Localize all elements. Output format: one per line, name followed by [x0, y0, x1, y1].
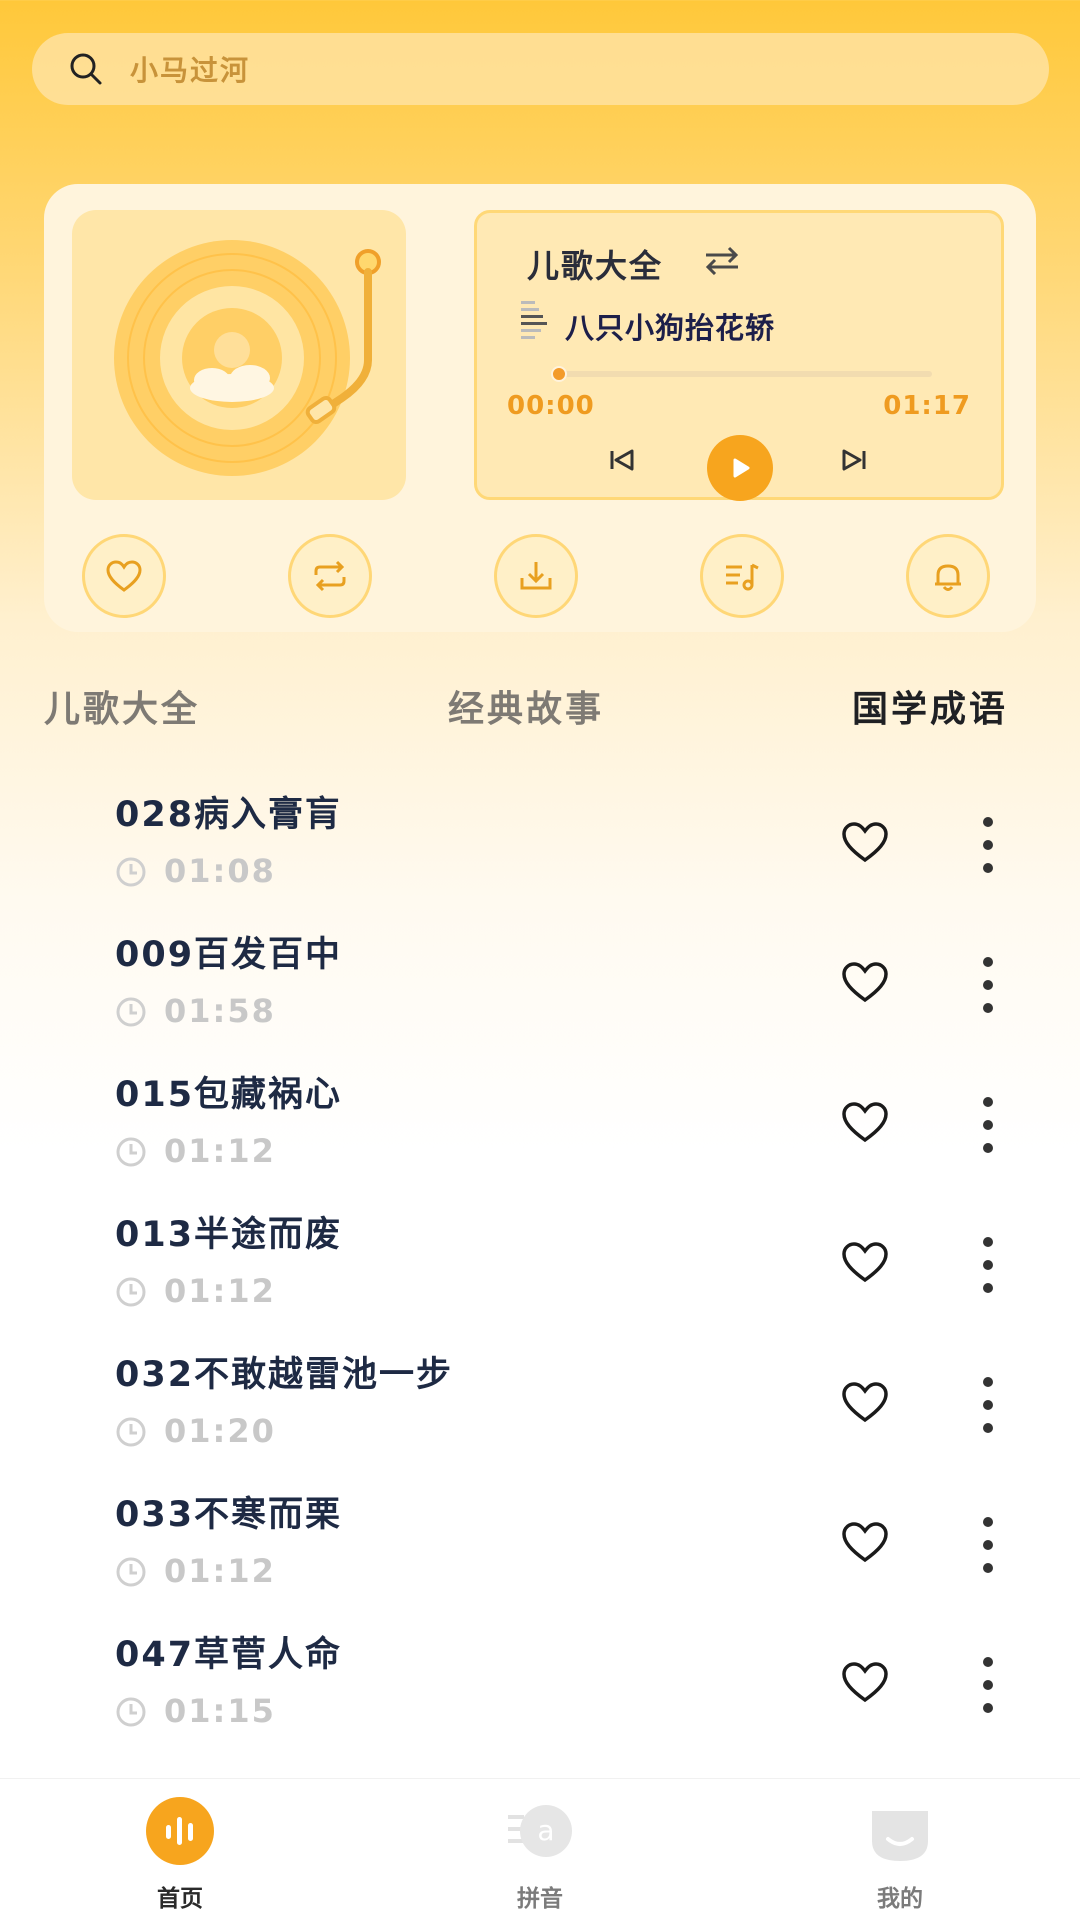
tab-classic-stories[interactable]: 经典故事	[448, 680, 604, 732]
clock-icon	[116, 1277, 146, 1307]
heart-icon[interactable]	[840, 1660, 890, 1704]
category-tabs: 儿歌大全 经典故事 国学成语	[0, 680, 1080, 740]
song-duration: 01:12	[164, 1272, 276, 1310]
song-title: 047草菅人命	[115, 1635, 343, 1675]
search-input[interactable]: 小马过河	[130, 49, 250, 89]
more-options-icon[interactable]	[976, 1514, 1000, 1576]
song-duration: 01:08	[164, 852, 276, 890]
heart-icon[interactable]	[840, 820, 890, 864]
playlist-title: 儿歌大全	[527, 247, 664, 285]
progress-handle[interactable]	[551, 366, 567, 382]
next-icon[interactable]	[839, 445, 869, 475]
favorite-button[interactable]	[82, 534, 166, 618]
list-item[interactable]: 009百发百中 01:58	[0, 926, 1080, 1066]
bottom-nav: 首页 a 拼音 我的	[0, 1778, 1080, 1921]
nav-profile[interactable]: 我的	[820, 1795, 980, 1915]
song-title: 015包藏祸心	[115, 1075, 343, 1115]
previous-icon[interactable]	[607, 445, 637, 475]
clock-icon	[116, 1417, 146, 1447]
repeat-button[interactable]	[288, 534, 372, 618]
song-title: 009百发百中	[115, 935, 343, 975]
download-icon	[520, 562, 552, 590]
nav-pinyin-label: 拼音	[517, 1886, 563, 1912]
clock-icon	[116, 1557, 146, 1587]
song-title: 033不寒而栗	[115, 1495, 343, 1535]
equalizer-icon	[521, 301, 547, 339]
nav-pinyin[interactable]: a 拼音	[460, 1795, 620, 1915]
clock-icon	[116, 1697, 146, 1727]
song-duration: 01:12	[164, 1552, 276, 1590]
play-button[interactable]	[707, 435, 773, 501]
song-duration: 01:15	[164, 1692, 276, 1730]
heart-icon[interactable]	[840, 1380, 890, 1424]
list-item[interactable]: 033不寒而栗 01:12	[0, 1486, 1080, 1626]
clock-icon	[116, 997, 146, 1027]
pinyin-icon: a	[508, 1805, 572, 1857]
nav-home-label: 首页	[157, 1886, 203, 1912]
play-icon	[733, 458, 750, 478]
now-playing-panel: 儿歌大全 八只小狗抬花轿 00:00 01:17	[474, 210, 1004, 501]
tab-nursery-rhymes[interactable]: 儿歌大全	[44, 680, 200, 732]
player-card: 儿歌大全 八只小狗抬花轿 00:00 01:17	[44, 184, 1036, 632]
current-time: 00:00	[507, 391, 595, 421]
list-item[interactable]: 032不敢越雷池一步 01:20	[0, 1346, 1080, 1486]
more-options-icon[interactable]	[976, 1094, 1000, 1156]
nav-profile-label: 我的	[877, 1886, 923, 1912]
heart-icon[interactable]	[840, 1240, 890, 1284]
vinyl-record-icon	[114, 240, 381, 476]
clock-icon	[116, 857, 146, 887]
more-options-icon[interactable]	[976, 814, 1000, 876]
current-song-title: 八只小狗抬花轿	[565, 311, 776, 345]
playlist-button[interactable]	[700, 534, 784, 618]
repeat-icon	[314, 560, 346, 592]
song-title: 032不敢越雷池一步	[115, 1355, 454, 1395]
song-duration: 01:20	[164, 1412, 276, 1450]
list-item[interactable]: 015包藏祸心 01:12	[0, 1066, 1080, 1206]
search-icon	[70, 53, 102, 85]
total-time: 01:17	[883, 391, 971, 421]
progress-bar[interactable]	[557, 371, 932, 377]
song-title: 013半途而废	[115, 1215, 343, 1255]
heart-icon	[106, 560, 142, 592]
more-options-icon[interactable]	[976, 1654, 1000, 1716]
nav-home[interactable]: 首页	[100, 1795, 260, 1915]
more-options-icon[interactable]	[976, 1234, 1000, 1296]
song-title: 028病入膏肓	[115, 795, 343, 835]
search-bar[interactable]: 小马过河	[32, 33, 1049, 105]
tab-idioms[interactable]: 国学成语	[852, 680, 1008, 732]
home-waveform-icon	[146, 1797, 214, 1865]
player-actions	[44, 534, 1036, 624]
song-duration: 01:58	[164, 992, 276, 1030]
more-options-icon[interactable]	[976, 1374, 1000, 1436]
alarm-button[interactable]	[906, 534, 990, 618]
shuffle-icon[interactable]	[702, 245, 742, 275]
heart-icon[interactable]	[840, 960, 890, 1004]
song-duration: 01:12	[164, 1132, 276, 1170]
list-item[interactable]: 013半途而废 01:12	[0, 1206, 1080, 1346]
list-item[interactable]: 047草菅人命 01:15	[0, 1626, 1080, 1766]
svg-text:a: a	[537, 1814, 554, 1847]
album-art	[72, 210, 406, 500]
clock-icon	[116, 1137, 146, 1167]
download-button[interactable]	[494, 534, 578, 618]
list-item[interactable]: 028病入膏肓 01:08	[0, 786, 1080, 926]
bell-icon	[935, 564, 961, 591]
heart-icon[interactable]	[840, 1520, 890, 1564]
playlist-icon	[726, 563, 759, 591]
heart-icon[interactable]	[840, 1100, 890, 1144]
more-options-icon[interactable]	[976, 954, 1000, 1016]
profile-icon	[872, 1811, 928, 1861]
